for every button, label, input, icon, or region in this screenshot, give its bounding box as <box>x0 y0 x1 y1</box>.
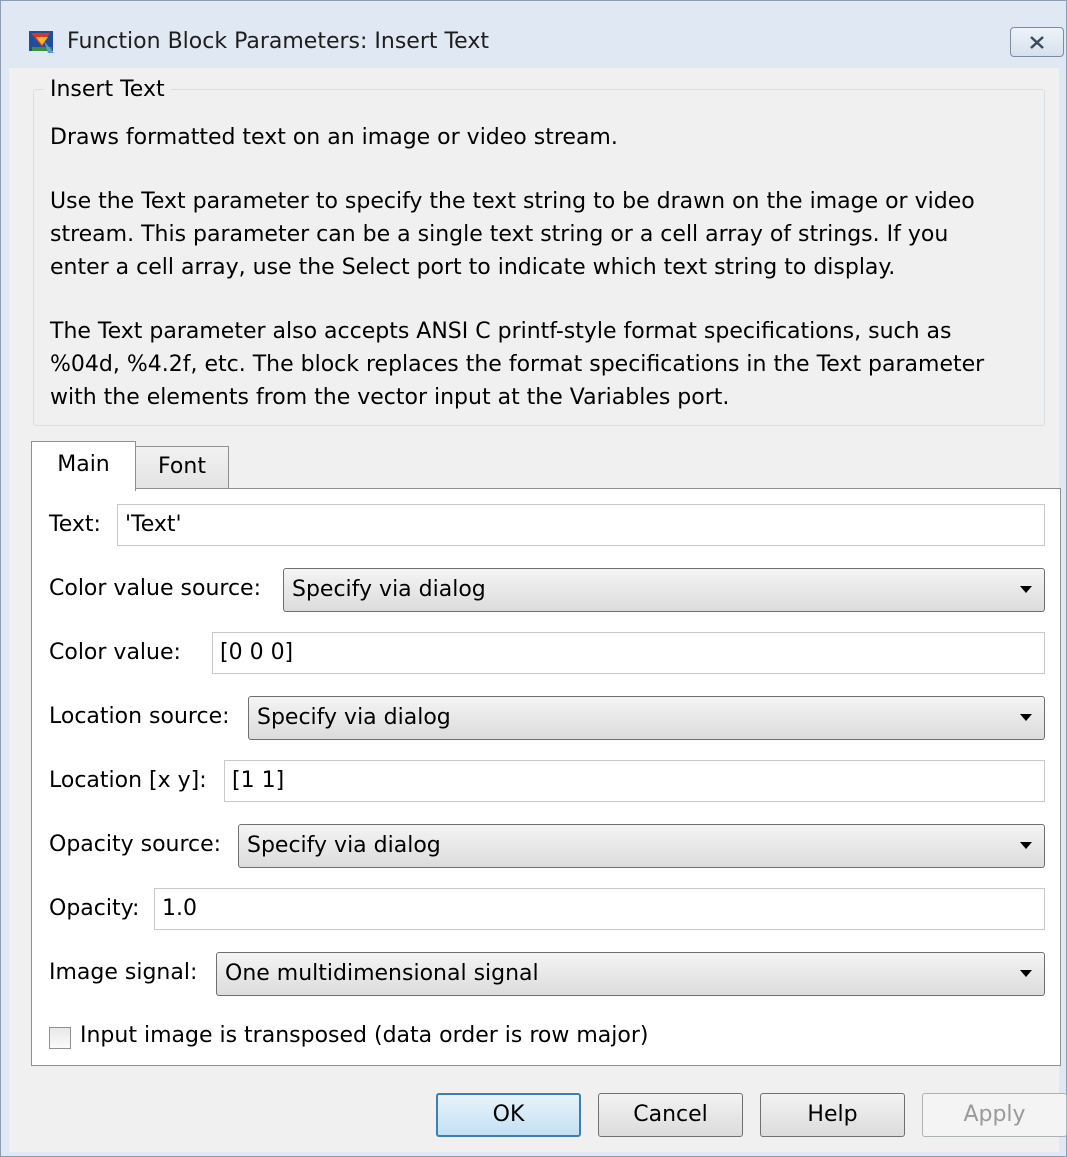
location-source-selected: Specify via dialog <box>257 705 451 730</box>
opacity-source-dropdown[interactable]: Specify via dialog <box>238 824 1045 868</box>
opacity-label: Opacity: <box>49 896 140 921</box>
description-line: with the elements from the vector input … <box>50 385 730 410</box>
color-value-source-selected: Specify via dialog <box>292 577 486 602</box>
location-field[interactable]: [1 1] <box>224 760 1045 802</box>
chevron-down-icon <box>1020 970 1032 977</box>
close-button[interactable] <box>1010 27 1064 57</box>
transposed-checkbox[interactable] <box>49 1027 71 1049</box>
description-group: Insert Text Draws formatted text on an i… <box>33 77 1045 426</box>
color-value-field[interactable]: [0 0 0] <box>212 632 1045 674</box>
color-value-source-dropdown[interactable]: Specify via dialog <box>283 568 1045 612</box>
location-source-label: Location source: <box>49 704 230 729</box>
tab-main[interactable]: Main <box>31 441 136 491</box>
chevron-down-icon <box>1020 842 1032 849</box>
text-field[interactable]: 'Text' <box>117 504 1045 546</box>
help-button[interactable]: Help <box>760 1093 905 1137</box>
description-line: enter a cell array, use the Select port … <box>50 255 896 280</box>
chevron-down-icon <box>1020 714 1032 721</box>
apply-button[interactable]: Apply <box>922 1093 1067 1137</box>
opacity-source-label: Opacity source: <box>49 832 222 857</box>
tab-font[interactable]: Font <box>135 446 229 488</box>
close-icon <box>1030 36 1044 49</box>
cancel-button[interactable]: Cancel <box>598 1093 743 1137</box>
dialog-window: Function Block Parameters: Insert Text I… <box>0 0 1067 1157</box>
tab-panel-main: Text: 'Text' Color value source: Specify… <box>31 488 1061 1066</box>
description-line: Draws formatted text on an image or vide… <box>50 125 618 150</box>
image-signal-label: Image signal: <box>49 960 198 985</box>
chevron-down-icon <box>1020 586 1032 593</box>
description-line: %04d, %4.2f, etc. The block replaces the… <box>50 352 985 377</box>
location-source-dropdown[interactable]: Specify via dialog <box>248 696 1045 740</box>
simulink-block-icon <box>28 29 56 55</box>
window-title: Function Block Parameters: Insert Text <box>67 29 489 54</box>
opacity-field[interactable]: 1.0 <box>154 888 1045 930</box>
description-line: The Text parameter also accepts ANSI C p… <box>50 319 952 344</box>
image-signal-selected: One multidimensional signal <box>225 961 539 986</box>
image-signal-dropdown[interactable]: One multidimensional signal <box>216 952 1045 996</box>
opacity-source-selected: Specify via dialog <box>247 833 441 858</box>
color-value-label: Color value: <box>49 640 181 665</box>
dialog-client-area: Insert Text Draws formatted text on an i… <box>9 68 1067 1152</box>
location-label: Location [x y]: <box>49 768 207 793</box>
description-line: stream. This parameter can be a single t… <box>50 222 949 247</box>
ok-button[interactable]: OK <box>436 1093 581 1137</box>
transposed-checkbox-label[interactable]: Input image is transposed (data order is… <box>80 1023 648 1048</box>
text-label: Text: <box>49 512 101 537</box>
group-legend: Insert Text <box>44 77 171 102</box>
description-line: Use the Text parameter to specify the te… <box>50 189 975 214</box>
color-value-source-label: Color value source: <box>49 576 261 601</box>
